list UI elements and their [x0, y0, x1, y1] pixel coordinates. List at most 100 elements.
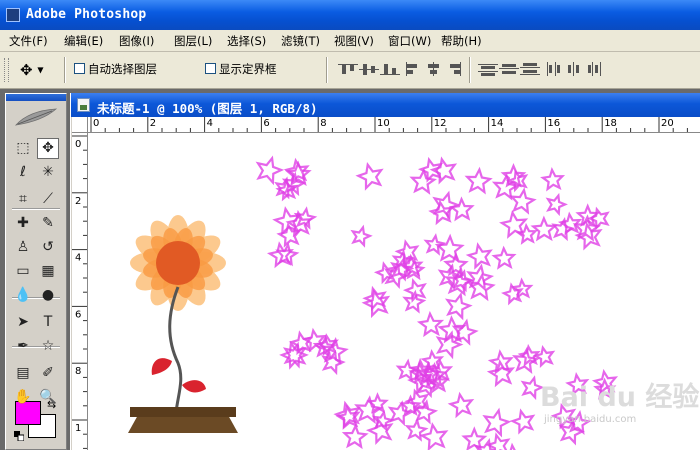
toolbox: ⇆ ⬚ ✥ ℓ ✳ ⌗ ⟋ ✚ ✎ ♙ ↺ ▭ ▦ 💧 ● ➤ T ✒ ☆ ▤ ✐ ✋ 🔍: [5, 93, 67, 450]
hand-tool-icon[interactable]: ✋: [12, 387, 34, 408]
star-shape: [448, 196, 475, 222]
distribute-left-icon[interactable]: [545, 62, 565, 76]
move-tool-icon[interactable]: ✥: [37, 138, 59, 159]
star-shape: [355, 161, 384, 191]
align-top-icon[interactable]: [338, 62, 358, 76]
show-bounding-box-checkbox[interactable]: [205, 63, 216, 74]
toolbox-header[interactable]: [6, 94, 66, 101]
path-selection-tool-icon[interactable]: ➤: [12, 312, 34, 333]
app-title-bar: Adobe Photoshop: [0, 0, 700, 30]
menu-filter[interactable]: 滤镜(T): [281, 33, 320, 49]
ruler-label: 16: [547, 118, 560, 129]
dropdown-arrow-icon: ▼: [37, 65, 44, 75]
shape-tool-icon[interactable]: ☆: [37, 336, 59, 357]
ruler-label: 4: [75, 253, 81, 264]
ruler-label: 6: [263, 118, 269, 129]
document-title-bar[interactable]: 未标题-1 @ 100% (图层 1, RGB/8): [71, 93, 700, 117]
distribute-right-icon[interactable]: [585, 62, 605, 76]
document-icon: [77, 98, 90, 112]
distribute-center-icon[interactable]: [499, 62, 519, 76]
menu-file[interactable]: 文件(F): [9, 33, 48, 49]
star-shape: [530, 215, 558, 242]
menu-edit[interactable]: 编辑(E): [64, 33, 103, 49]
zoom-tool-icon[interactable]: 🔍: [37, 387, 59, 408]
star-shape: [333, 400, 361, 429]
menu-window[interactable]: 窗口(W): [388, 33, 431, 49]
star-shape: [485, 432, 511, 450]
photoshop-icon: [6, 8, 20, 22]
blur-tool-icon[interactable]: 💧: [12, 285, 34, 306]
ruler-label: 10: [377, 118, 390, 129]
distribute-top-icon[interactable]: [478, 62, 498, 76]
default-colors-icon[interactable]: [14, 431, 24, 441]
star-shape: [501, 282, 524, 306]
menu-view[interactable]: 视图(V): [334, 33, 374, 49]
vertical-ruler[interactable]: 0 2 4 6 8 1: [72, 133, 88, 450]
star-shape: [434, 233, 465, 263]
slice-tool-icon[interactable]: ⟋: [37, 189, 59, 210]
distribute-bottom-icon[interactable]: [520, 62, 540, 76]
menu-layer[interactable]: 图层(L): [174, 33, 212, 49]
ruler-label: 12: [434, 118, 447, 129]
star-shape: [429, 156, 458, 185]
photoshop-feather-icon[interactable]: [14, 106, 58, 128]
healing-brush-tool-icon[interactable]: ✚: [12, 213, 34, 234]
ruler-origin[interactable]: [72, 117, 88, 133]
move-tool-icon: ✥: [20, 61, 33, 79]
history-brush-tool-icon[interactable]: ↺: [37, 237, 59, 258]
options-separator: [326, 57, 328, 83]
star-shape: [509, 187, 537, 215]
notes-tool-icon[interactable]: ▤: [12, 363, 34, 384]
crop-tool-icon[interactable]: ⌗: [12, 189, 34, 210]
distribute-horizontal-center-icon[interactable]: [565, 62, 585, 76]
tool-preset-picker[interactable]: ✥ ▼: [20, 60, 60, 80]
ruler-label: 2: [75, 196, 81, 207]
star-shape: [432, 190, 461, 220]
star-shape: [486, 359, 516, 388]
horizontal-ruler[interactable]: 0 2 4 6 8 10 12 14 16 18 20: [88, 117, 700, 133]
align-left-icon[interactable]: [404, 62, 424, 76]
star-shape: [416, 310, 445, 338]
gradient-tool-icon[interactable]: ▦: [37, 261, 59, 282]
auto-select-layer-checkbox[interactable]: [74, 63, 85, 74]
star-shape: [509, 408, 536, 435]
magic-wand-tool-icon[interactable]: ✳: [37, 162, 59, 183]
eyedropper-tool-icon[interactable]: ✐: [37, 363, 59, 384]
show-bounding-box-label: 显示定界框: [219, 62, 277, 76]
ruler-label: 18: [604, 118, 617, 129]
app-title: Adobe Photoshop: [26, 7, 147, 22]
type-tool-icon[interactable]: T: [37, 312, 59, 333]
ruler-label: 0: [75, 139, 81, 150]
menu-help[interactable]: 帮助(H): [441, 33, 482, 49]
star-shape: [293, 206, 318, 230]
ruler-label: 8: [320, 118, 326, 129]
marquee-tool-icon[interactable]: ⬚: [12, 138, 34, 159]
watermark-url: jingyan.baidu.com: [544, 414, 637, 425]
ruler-label: 14: [491, 118, 504, 129]
star-shape: [557, 211, 583, 236]
star-shape: [423, 233, 447, 256]
star-shape: [545, 192, 568, 217]
align-horizontal-center-icon[interactable]: [424, 62, 444, 76]
menu-bar: 文件(F) 编辑(E) 图像(I) 图层(L) 选择(S) 滤镜(T) 视图(V…: [0, 30, 700, 52]
lasso-tool-icon[interactable]: ℓ: [12, 162, 34, 183]
ruler-label: 6: [75, 309, 81, 320]
options-grip[interactable]: [4, 58, 9, 82]
menu-select[interactable]: 选择(S): [227, 33, 266, 49]
align-right-icon[interactable]: [444, 62, 464, 76]
star-shape: [447, 391, 475, 419]
dodge-tool-icon[interactable]: ●: [37, 285, 59, 306]
star-shape: [532, 344, 556, 369]
ruler-label: 2: [150, 118, 156, 129]
star-shape: [279, 340, 307, 370]
pen-tool-icon[interactable]: ✒: [12, 336, 34, 357]
align-bottom-icon[interactable]: [380, 62, 400, 76]
menu-image[interactable]: 图像(I): [119, 33, 154, 49]
clone-stamp-tool-icon[interactable]: ♙: [12, 237, 34, 258]
align-vertical-center-icon[interactable]: [359, 62, 379, 76]
ruler-label: 4: [207, 118, 213, 129]
brush-tool-icon[interactable]: ✎: [37, 213, 59, 234]
eraser-tool-icon[interactable]: ▭: [12, 261, 34, 282]
star-shape: [464, 166, 493, 195]
document-title: 未标题-1 @ 100% (图层 1, RGB/8): [97, 101, 318, 116]
